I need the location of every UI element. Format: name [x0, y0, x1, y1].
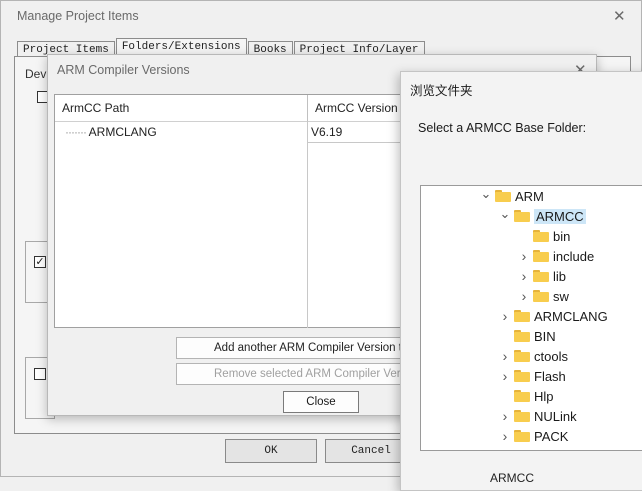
folder-icon	[533, 270, 549, 282]
dialog-title: ARM Compiler Versions	[57, 63, 190, 77]
chevron-right-icon[interactable]: ›	[517, 268, 531, 284]
tree-item-label: Hlp	[534, 388, 554, 404]
tree-item-label: bin	[553, 228, 571, 244]
tree-item-label: Flash	[534, 368, 566, 384]
chevron-right-icon[interactable]: ›	[498, 348, 512, 364]
tree-item-sw[interactable]: › sw	[517, 286, 569, 306]
dialog-title: 浏览文件夹	[410, 84, 473, 98]
folder-icon	[533, 250, 549, 262]
tree-item-lib[interactable]: › lib	[517, 266, 566, 286]
tree-item-hlp[interactable]: Hlp	[498, 386, 554, 406]
tree-item-label: ARM	[515, 188, 544, 204]
compiler-table: ArmCC Path ArmCC Version ······· ARMCLAN…	[54, 94, 427, 328]
folder-icon	[514, 350, 530, 362]
tree-item-label: ctools	[534, 348, 568, 364]
folder-icon	[514, 330, 530, 342]
column-header-path[interactable]: ArmCC Path	[55, 95, 307, 122]
folder-icon	[495, 190, 511, 202]
close-icon[interactable]: ✕	[613, 7, 626, 25]
add-compiler-button[interactable]: Add another ARM Compiler Version to List…	[176, 337, 416, 359]
folder-icon	[514, 310, 530, 322]
tree-item-arm[interactable]: ⌄ ARM	[479, 186, 544, 206]
checkbox[interactable]	[34, 368, 46, 380]
tree-line: ·······	[65, 125, 87, 139]
tree-item-bin[interactable]: bin	[517, 226, 570, 246]
chevron-down-icon[interactable]: ⌄	[498, 207, 512, 220]
chevron-right-icon[interactable]: ›	[498, 368, 512, 384]
folder-icon	[514, 370, 530, 382]
tree-item-label: BIN	[534, 328, 556, 344]
chevron-right-icon[interactable]: ›	[517, 248, 531, 264]
tree-item-label: PACK	[534, 428, 569, 444]
tree-item-include[interactable]: › include	[517, 246, 595, 266]
remove-compiler-button[interactable]: Remove selected ARM Compiler Version fro…	[176, 363, 416, 385]
folder-icon	[514, 430, 530, 442]
tree-item-pack[interactable]: › PACK	[498, 426, 569, 446]
folder-name-field[interactable]: ARMCC	[490, 471, 534, 485]
tree-item-label: NULink	[534, 408, 577, 424]
table-row[interactable]: ······· ARMCLANG	[65, 125, 157, 139]
chevron-right-icon[interactable]: ›	[498, 308, 512, 324]
compiler-path: ARMCLANG	[88, 125, 157, 139]
tree-item-label: include	[553, 248, 595, 264]
folder-icon	[514, 390, 530, 402]
prompt-text: Select a ARMCC Base Folder:	[418, 121, 587, 135]
device-label: Dev	[25, 67, 47, 81]
folder-icon	[514, 410, 530, 422]
compiler-version[interactable]: V6.19	[311, 125, 342, 139]
tree-item-armclang[interactable]: › ARMCLANG	[498, 306, 608, 326]
tree-item-ctools[interactable]: › ctools	[498, 346, 568, 366]
chevron-right-icon[interactable]: ›	[498, 408, 512, 424]
dialog-title: Manage Project Items	[17, 9, 139, 23]
tree-item-flash[interactable]: › Flash	[498, 366, 566, 386]
folder-tree[interactable]: ⌄ ARM ⌄ ARMCC bin › include › lib › sw › ARMCLANG BIN…	[420, 185, 642, 451]
column-divider	[307, 122, 308, 328]
browse-folder-dialog: 浏览文件夹 Select a ARMCC Base Folder: ⌄ ARM ⌄ A…	[400, 71, 642, 491]
checkbox-checked[interactable]: ✓	[34, 256, 46, 268]
chevron-right-icon[interactable]: ›	[498, 428, 512, 444]
folder-icon	[533, 230, 549, 242]
folder-icon	[533, 290, 549, 302]
ok-button[interactable]: OK	[225, 439, 317, 463]
tree-item-label: ARMCC	[534, 208, 586, 224]
tree-item-nulink[interactable]: › NULink	[498, 406, 577, 426]
chevron-right-icon[interactable]: ›	[517, 288, 531, 304]
chevron-down-icon[interactable]: ⌄	[479, 187, 493, 200]
tree-item-bin[interactable]: BIN	[498, 326, 556, 346]
folder-icon	[514, 210, 530, 222]
tree-item-label: sw	[553, 288, 569, 304]
tree-item-label: lib	[553, 268, 567, 284]
tree-item-armcc[interactable]: ⌄ ARMCC	[498, 206, 586, 226]
tree-item-label: ARMCLANG	[534, 308, 608, 324]
close-button[interactable]: Close	[283, 391, 359, 413]
